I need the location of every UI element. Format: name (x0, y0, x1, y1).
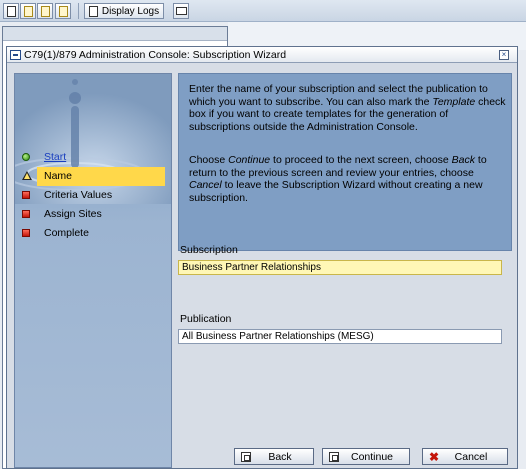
step-criteria-values: Criteria Values (15, 186, 171, 205)
instr-emphasis: Back (451, 154, 476, 166)
continue-button[interactable]: Continue (322, 448, 410, 465)
display-logs-label: Display Logs (101, 5, 160, 17)
step-assign-sites: Assign Sites (15, 205, 171, 224)
back-button[interactable]: Back (234, 448, 314, 465)
app-toolbar: Display Logs (0, 0, 526, 22)
dialog-title: C79(1)/879 Administration Console: Subsc… (24, 48, 287, 61)
new-document-icon[interactable] (3, 3, 19, 19)
document-icon (6, 5, 16, 17)
publication-label: Publication (180, 313, 232, 325)
log-icon (88, 5, 98, 17)
step-label[interactable]: Start (44, 151, 66, 163)
pencil-document-icon (23, 5, 33, 17)
instr-text: to proceed to the next screen, choose (270, 154, 452, 166)
instr-text: Choose (189, 154, 229, 166)
instructions-panel: Enter the name of your subscription and … (178, 73, 512, 251)
status-current-icon (22, 171, 32, 180)
step-label: Complete (44, 227, 89, 239)
continue-icon (329, 451, 339, 462)
copy-document-icon[interactable] (37, 3, 53, 19)
copy-icon (40, 5, 50, 17)
wizard-steps-list: Start Name Criteria Values Assign Sites … (15, 148, 171, 243)
window-icon (10, 49, 21, 60)
window-icon (175, 7, 187, 15)
toolbar-separator (78, 3, 79, 19)
delete-document-icon[interactable] (55, 3, 71, 19)
step-label: Assign Sites (44, 208, 102, 220)
wizard-steps-panel: Start Name Criteria Values Assign Sites … (14, 73, 172, 468)
instr-emphasis: Cancel (189, 179, 222, 191)
window-toggle-button[interactable] (173, 3, 189, 19)
back-icon (241, 451, 251, 462)
background-window-bar (3, 27, 227, 41)
instructions-paragraph-1: Enter the name of your subscription and … (189, 83, 507, 133)
cancel-label: Cancel (454, 450, 488, 463)
cancel-button[interactable]: ✖ Cancel (422, 448, 508, 465)
back-label: Back (268, 450, 292, 463)
instructions-paragraph-2: Choose Continue to proceed to the next s… (189, 154, 507, 204)
close-icon[interactable]: × (499, 50, 509, 60)
continue-label: Continue (350, 450, 394, 463)
status-pending-icon (22, 210, 30, 218)
status-done-icon (22, 153, 30, 161)
trash-icon (58, 5, 68, 17)
subscription-wizard-dialog: C79(1)/879 Administration Console: Subsc… (6, 46, 518, 469)
step-start[interactable]: Start (15, 148, 171, 167)
step-name: Name (22, 167, 165, 186)
step-label: Criteria Values (44, 189, 113, 201)
dialog-title-bar[interactable]: C79(1)/879 Administration Console: Subsc… (7, 47, 517, 63)
status-pending-icon (22, 229, 30, 237)
subscription-input[interactable]: Business Partner Relationships (178, 260, 502, 275)
display-logs-button[interactable]: Display Logs (84, 3, 164, 19)
status-pending-icon (22, 191, 30, 199)
instr-emphasis: Continue (228, 154, 271, 166)
step-label: Name (44, 170, 73, 182)
publication-input[interactable]: All Business Partner Relationships (MESG… (178, 329, 502, 344)
cancel-x-icon: ✖ (429, 449, 440, 464)
edit-document-icon[interactable] (20, 3, 36, 19)
subscription-label: Subscription (180, 244, 238, 256)
step-complete: Complete (15, 224, 171, 243)
instr-emphasis: Template (432, 95, 476, 108)
instr-text: to leave the Subscription Wizard without… (189, 179, 483, 204)
